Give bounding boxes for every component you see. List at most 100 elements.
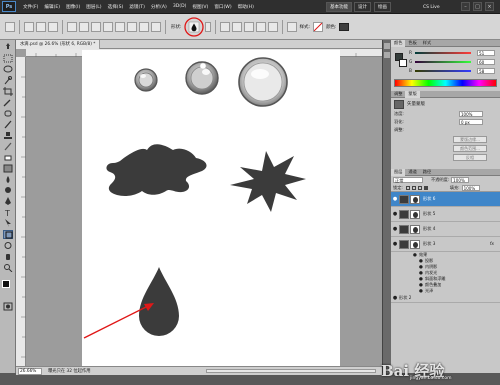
tab-masks[interactable]: 蒙版: [405, 90, 420, 98]
feather-value[interactable]: 0 px: [459, 119, 483, 125]
workspace-painting-button[interactable]: 绘画: [374, 2, 391, 12]
layer-name[interactable]: 形状 4: [423, 226, 435, 232]
menu-file[interactable]: 文件(F): [20, 4, 41, 10]
tab-swatches[interactable]: 色板: [405, 40, 419, 47]
style-picker-icon[interactable]: [313, 21, 324, 32]
blend-mode-select[interactable]: 正常: [393, 177, 423, 183]
paths-icon[interactable]: [36, 21, 46, 32]
crop-tool-icon[interactable]: [3, 87, 13, 96]
menu-layer[interactable]: 图层(L): [83, 4, 104, 10]
layer-row[interactable]: ● 形状 2: [391, 294, 500, 303]
visibility-eye-icon[interactable]: ●: [391, 196, 399, 202]
background-swatch[interactable]: [399, 59, 407, 67]
vector-mask-thumbnail[interactable]: [410, 194, 420, 204]
layer-name[interactable]: 形状 2: [399, 295, 411, 301]
dropdown-arrow-icon[interactable]: [204, 21, 211, 32]
layer-row[interactable]: ● 形状 6: [391, 192, 500, 207]
color-spectrum-bar[interactable]: [394, 79, 497, 87]
restore-icon[interactable]: □: [473, 2, 482, 11]
tab-paths[interactable]: 路径: [420, 169, 434, 176]
custom-shape-tool-icon[interactable]: [5, 21, 15, 32]
pen-tool-icon[interactable]: [3, 197, 13, 206]
eyedropper-tool-icon[interactable]: [3, 98, 13, 107]
rectangle-icon[interactable]: [91, 21, 101, 32]
color-swatch[interactable]: [338, 22, 349, 31]
new-layer-icon[interactable]: [219, 21, 230, 32]
path-selection-tool-icon[interactable]: [3, 219, 13, 228]
vector-mask-thumbnail[interactable]: [410, 239, 420, 249]
channel-value-r[interactable]: 51: [477, 50, 495, 56]
3d-rotate-tool-icon[interactable]: [3, 241, 13, 250]
slider-green[interactable]: G 60: [407, 58, 497, 66]
vector-mask-thumbnail[interactable]: [410, 224, 420, 234]
lock-transparent-icon[interactable]: [405, 185, 410, 190]
type-tool-icon[interactable]: T: [3, 208, 13, 217]
mask-edge-button[interactable]: 蒙版边缘...: [453, 136, 487, 143]
visibility-eye-icon[interactable]: ●: [391, 295, 399, 301]
pen-icon[interactable]: [67, 21, 77, 32]
add-to-shape-icon[interactable]: [231, 21, 242, 32]
fill-value[interactable]: 100%: [461, 184, 480, 191]
menu-image[interactable]: 图像(I): [63, 4, 83, 10]
shape-picker[interactable]: [183, 16, 204, 37]
quick-mask-icon[interactable]: [3, 302, 13, 311]
menu-3d[interactable]: 3D(D): [170, 4, 190, 9]
marquee-tool-icon[interactable]: [3, 54, 13, 63]
line-icon[interactable]: [139, 21, 149, 32]
slider-blue[interactable]: B 58: [407, 67, 497, 75]
hand-tool-icon[interactable]: [3, 252, 13, 261]
lock-pixels-icon[interactable]: [411, 185, 416, 190]
lasso-tool-icon[interactable]: [3, 65, 13, 74]
ellipse-icon[interactable]: [115, 21, 125, 32]
tab-channels[interactable]: 通道: [405, 169, 419, 176]
link-icon[interactable]: [286, 21, 297, 32]
menu-help[interactable]: 帮助(H): [235, 4, 257, 10]
layer-row[interactable]: ● 形状 5: [391, 207, 500, 222]
zoom-tool-icon[interactable]: [3, 263, 13, 272]
actions-icon[interactable]: [384, 52, 390, 58]
menu-analysis[interactable]: 分析(A): [148, 4, 170, 10]
horizontal-scrollbar[interactable]: [206, 369, 376, 373]
quick-select-tool-icon[interactable]: [3, 76, 13, 85]
close-icon[interactable]: ×: [485, 2, 494, 11]
eraser-tool-icon[interactable]: [3, 153, 13, 162]
custom-shape-tool-icon[interactable]: [3, 230, 13, 239]
slider-track[interactable]: [415, 70, 471, 72]
tab-styles[interactable]: 样式: [420, 40, 434, 47]
document-tab[interactable]: 水滴.psd @ 26.6% (形状 6, RGB/8) *: [16, 39, 101, 49]
slider-red[interactable]: R 51: [407, 49, 497, 57]
invert-button[interactable]: 反相: [453, 154, 487, 161]
layer-row[interactable]: ● 形状 3 fx: [391, 237, 500, 252]
channel-value-g[interactable]: 60: [477, 59, 495, 65]
rounded-rectangle-icon[interactable]: [103, 21, 113, 32]
intersect-shape-icon[interactable]: [255, 21, 266, 32]
tab-adjustments[interactable]: 调整: [391, 91, 405, 98]
history-icon[interactable]: [384, 43, 390, 49]
menu-select[interactable]: 选择(S): [105, 4, 127, 10]
vector-mask-thumbnail[interactable]: [410, 209, 420, 219]
brush-tool-icon[interactable]: [3, 120, 13, 129]
fill-pixels-icon[interactable]: [48, 21, 58, 32]
layer-name[interactable]: 形状 5: [423, 211, 435, 217]
healing-brush-tool-icon[interactable]: [3, 109, 13, 118]
visibility-eye-icon[interactable]: ●: [391, 211, 399, 217]
clone-stamp-tool-icon[interactable]: [3, 131, 13, 140]
menu-view[interactable]: 视图(V): [189, 4, 211, 10]
lock-position-icon[interactable]: [417, 185, 422, 190]
workspace-essentials-button[interactable]: 基本功能: [326, 2, 352, 12]
cs-live-button[interactable]: CS Live: [420, 2, 443, 12]
history-brush-tool-icon[interactable]: [3, 142, 13, 151]
slider-track[interactable]: [415, 61, 471, 63]
layer-name[interactable]: 形状 6: [423, 196, 435, 202]
polygon-icon[interactable]: [127, 21, 137, 32]
custom-shape-icon[interactable]: [151, 21, 161, 32]
layer-name[interactable]: 形状 3: [423, 241, 435, 247]
mask-thumbnail[interactable]: [394, 99, 404, 109]
tab-layers[interactable]: 图层: [391, 168, 406, 176]
opacity-value[interactable]: 100%: [451, 177, 470, 183]
blur-tool-icon[interactable]: [3, 175, 13, 184]
move-tool-icon[interactable]: [3, 43, 13, 52]
subtract-shape-icon[interactable]: [243, 21, 254, 32]
slider-track[interactable]: [415, 52, 471, 54]
freeform-pen-icon[interactable]: [79, 21, 89, 32]
